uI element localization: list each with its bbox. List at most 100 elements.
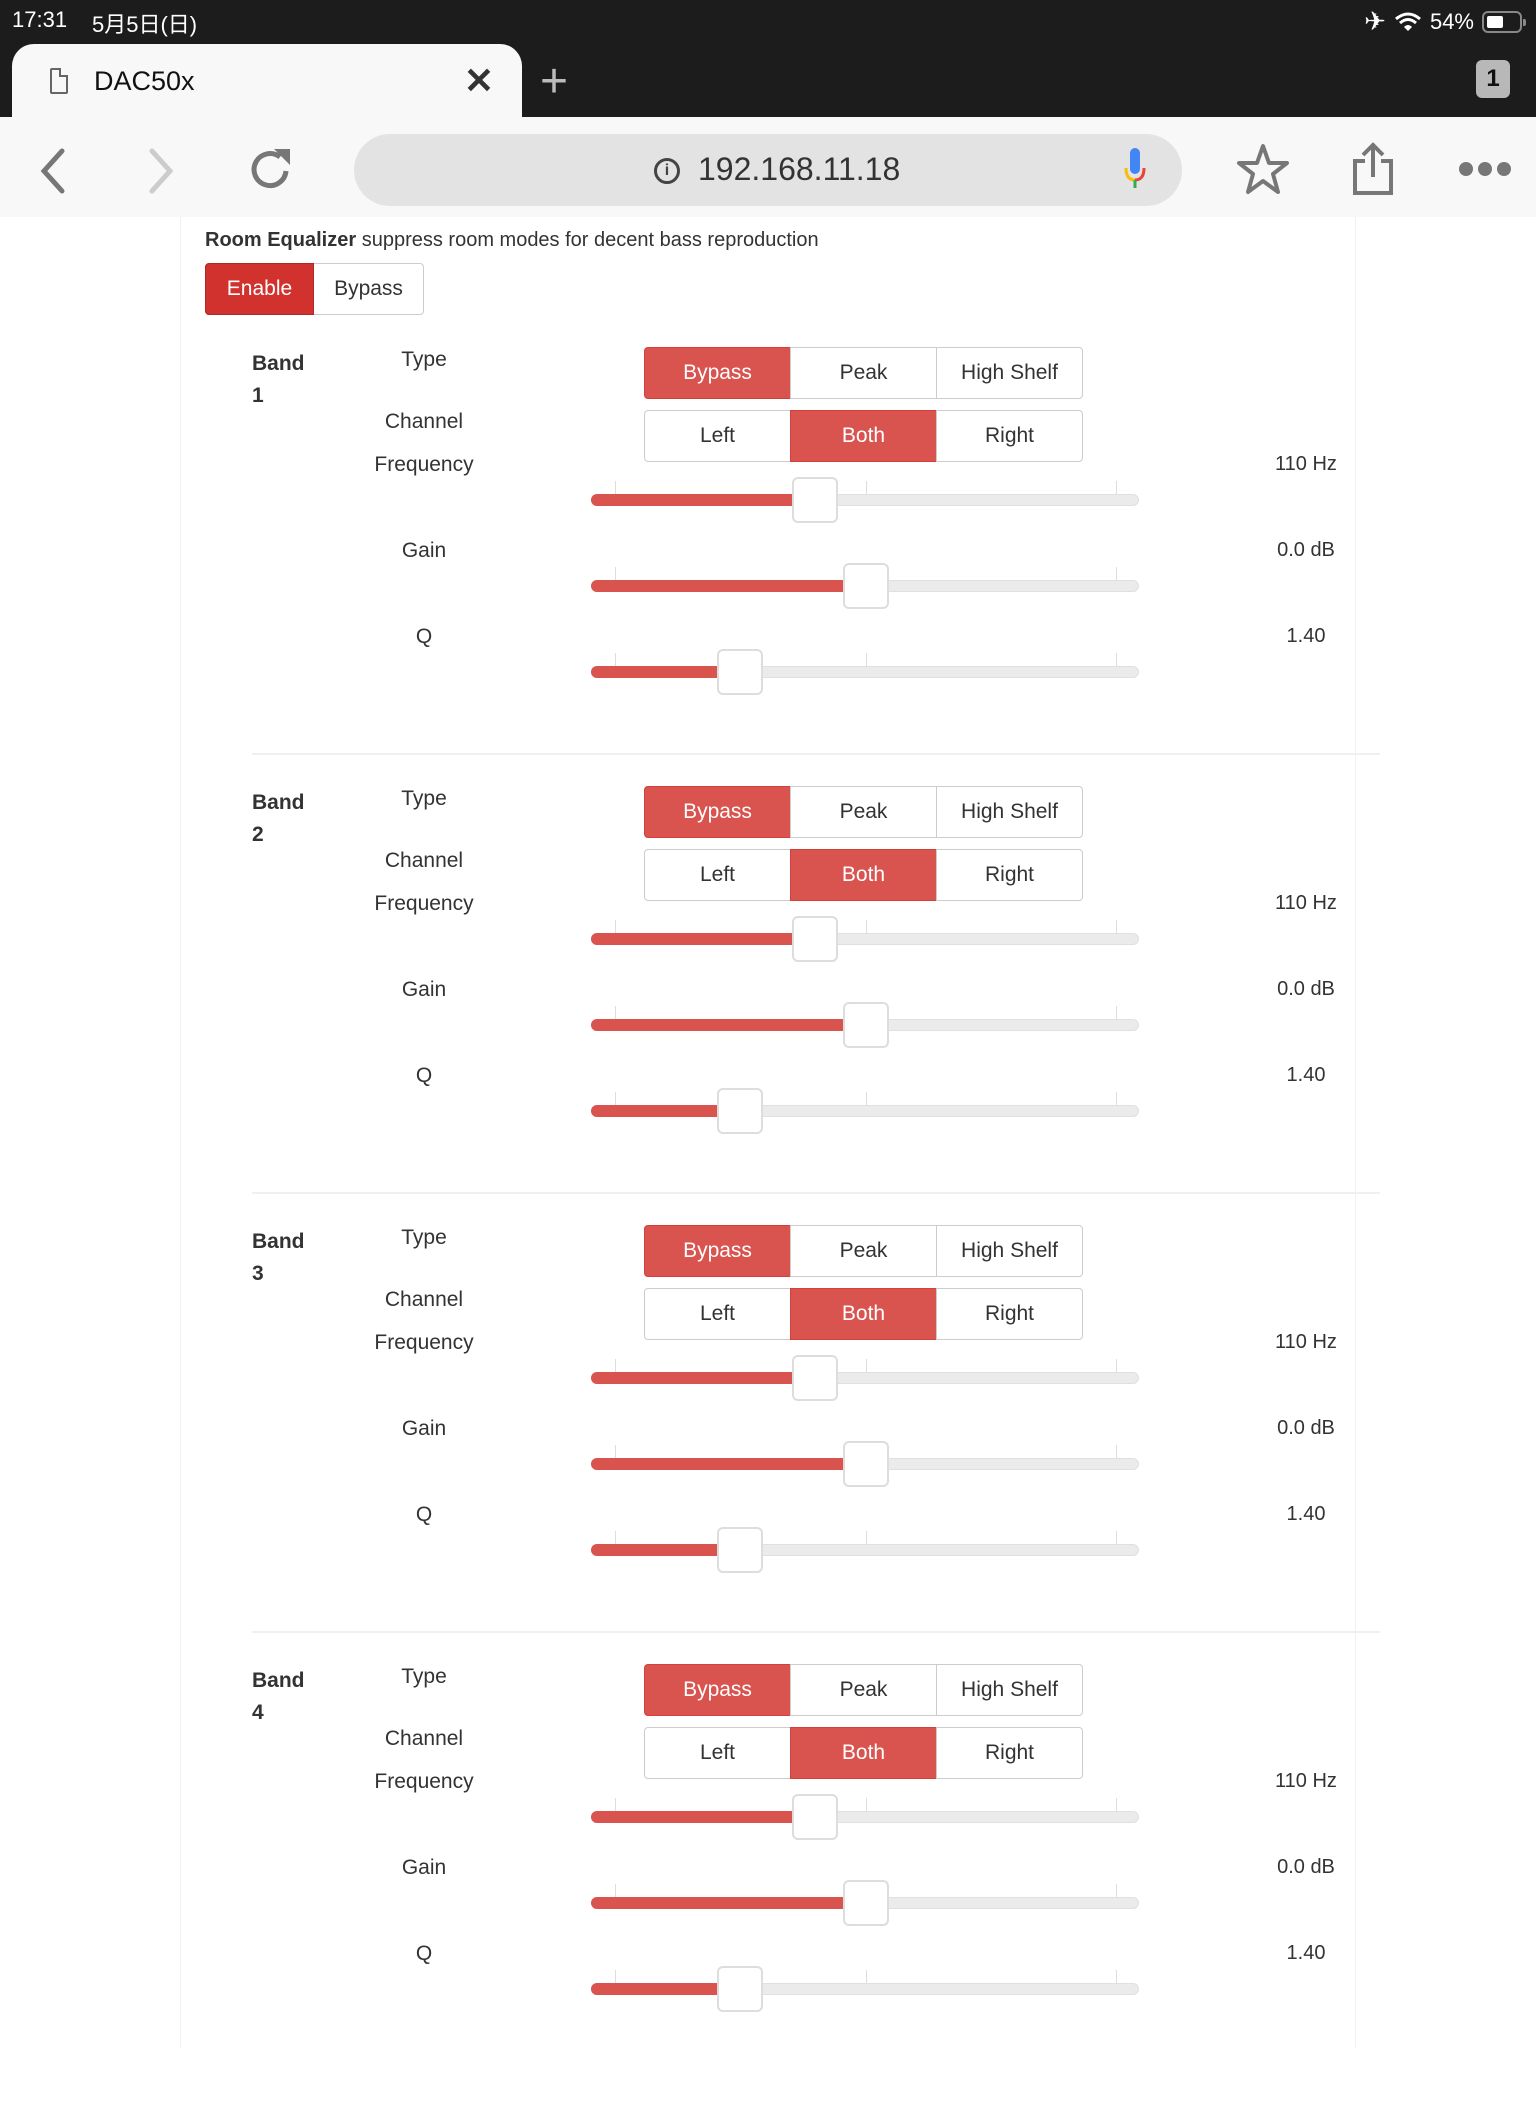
channel-selector: Left Both Right: [644, 849, 1083, 901]
band-title: Band 3: [252, 1226, 305, 1290]
slider-fill: [591, 494, 816, 506]
back-icon[interactable]: [38, 147, 68, 195]
channel-option-left[interactable]: Left: [644, 1727, 791, 1779]
status-bar: 17:31 5月5日(日) ✈ 54%: [0, 0, 1536, 44]
channel-option-both[interactable]: Both: [790, 849, 937, 901]
slider-tick: [866, 1798, 867, 1811]
slider-handle[interactable]: [717, 649, 764, 695]
tab-title: DAC50x: [94, 66, 195, 96]
type-option-peak[interactable]: Peak: [790, 347, 937, 399]
channel-option-left[interactable]: Left: [644, 849, 791, 901]
new-tab-icon[interactable]: +: [540, 54, 568, 109]
frequency-slider[interactable]: [591, 477, 1139, 523]
type-option-high-shelf[interactable]: High Shelf: [936, 786, 1083, 838]
q-slider[interactable]: [591, 1966, 1139, 2012]
slider-handle[interactable]: [842, 563, 889, 609]
frequency-slider[interactable]: [591, 1355, 1139, 1401]
browser-tab[interactable]: DAC50x ✕: [12, 44, 522, 117]
channel-selector: Left Both Right: [644, 1288, 1083, 1340]
channel-option-right[interactable]: Right: [936, 1288, 1083, 1340]
slider-handle[interactable]: [792, 1355, 839, 1401]
slider-tick: [1116, 1884, 1117, 1897]
frequency-slider[interactable]: [591, 1794, 1139, 1840]
eq-band: Band 3 Type Channel Frequency Gain Q Bypass Peak…: [0, 1225, 1536, 1665]
type-option-high-shelf[interactable]: High Shelf: [936, 1664, 1083, 1716]
type-option-bypass[interactable]: Bypass: [644, 347, 791, 399]
q-label: Q: [415, 1064, 433, 1087]
more-menu-icon[interactable]: [1458, 161, 1512, 177]
wifi-icon: [1394, 12, 1421, 31]
slider-handle[interactable]: [792, 477, 839, 523]
battery-icon: [1482, 10, 1526, 33]
address-bar[interactable]: i 192.168.11.18: [354, 134, 1182, 206]
band-label: Band: [252, 1230, 305, 1253]
frequency-slider[interactable]: [591, 916, 1139, 962]
forward-icon[interactable]: [146, 147, 176, 195]
reload-icon[interactable]: [248, 145, 296, 193]
slider-handle[interactable]: [792, 1794, 839, 1840]
slider-tick: [866, 920, 867, 933]
bookmark-star-icon[interactable]: [1236, 143, 1290, 195]
slider-tick: [866, 1359, 867, 1372]
slider-tick: [615, 1006, 616, 1019]
channel-option-both[interactable]: Both: [790, 410, 937, 462]
channel-option-right[interactable]: Right: [936, 410, 1083, 462]
status-date: 5月5日(日): [92, 12, 198, 37]
type-option-bypass[interactable]: Bypass: [644, 1225, 791, 1277]
gain-value: 0.0 dB: [1277, 1856, 1335, 1878]
type-option-peak[interactable]: Peak: [790, 786, 937, 838]
slider-fill: [591, 933, 816, 945]
enable-button[interactable]: Enable: [205, 263, 314, 315]
type-option-peak[interactable]: Peak: [790, 1664, 937, 1716]
type-option-bypass[interactable]: Bypass: [644, 786, 791, 838]
slider-tick: [615, 481, 616, 494]
slider-handle[interactable]: [717, 1088, 764, 1134]
channel-option-both[interactable]: Both: [790, 1288, 937, 1340]
slider-tick: [1116, 1359, 1117, 1372]
channel-option-left[interactable]: Left: [644, 1288, 791, 1340]
slider-handle[interactable]: [842, 1441, 889, 1487]
url-text[interactable]: 192.168.11.18: [698, 151, 900, 188]
channel-option-right[interactable]: Right: [936, 1727, 1083, 1779]
close-tab-icon[interactable]: ✕: [464, 60, 494, 102]
microphone-icon[interactable]: [1124, 148, 1146, 192]
slider-fill: [591, 1458, 866, 1470]
tab-count-button[interactable]: 1: [1476, 60, 1510, 98]
section-heading: Room Equalizer suppress room modes for d…: [205, 229, 819, 252]
gain-slider[interactable]: [591, 1880, 1139, 1926]
type-label: Type: [401, 787, 447, 810]
channel-label: Channel: [384, 1288, 464, 1311]
slider-tick: [1116, 1970, 1117, 1983]
slider-handle[interactable]: [717, 1527, 764, 1573]
status-time: 17:31: [12, 7, 68, 32]
slider-fill: [591, 1811, 816, 1823]
airplane-icon: ✈: [1364, 6, 1386, 36]
slider-handle[interactable]: [792, 916, 839, 962]
slider-handle[interactable]: [717, 1966, 764, 2012]
band-title: Band 2: [252, 787, 305, 851]
browser-toolbar: i 192.168.11.18: [0, 117, 1536, 217]
channel-option-both[interactable]: Both: [790, 1727, 937, 1779]
type-option-high-shelf[interactable]: High Shelf: [936, 1225, 1083, 1277]
bypass-button[interactable]: Bypass: [314, 263, 424, 315]
gain-slider[interactable]: [591, 1002, 1139, 1048]
slider-tick: [1116, 481, 1117, 494]
type-option-peak[interactable]: Peak: [790, 1225, 937, 1277]
tab-strip: DAC50x ✕ + 1: [0, 44, 1536, 117]
info-icon[interactable]: i: [654, 158, 680, 184]
q-slider[interactable]: [591, 1527, 1139, 1573]
slider-handle[interactable]: [842, 1002, 889, 1048]
share-icon[interactable]: [1350, 141, 1396, 197]
q-slider[interactable]: [591, 1088, 1139, 1134]
eq-band: Band 1 Type Channel Frequency Gain Q Bypass Peak…: [0, 347, 1536, 787]
type-option-bypass[interactable]: Bypass: [644, 1664, 791, 1716]
gain-slider[interactable]: [591, 1441, 1139, 1487]
q-slider[interactable]: [591, 649, 1139, 695]
slider-handle[interactable]: [842, 1880, 889, 1926]
channel-option-right[interactable]: Right: [936, 849, 1083, 901]
type-option-high-shelf[interactable]: High Shelf: [936, 347, 1083, 399]
page-content: Room Equalizer suppress room modes for d…: [0, 217, 1536, 2048]
q-value: 1.40: [1286, 1942, 1326, 1964]
gain-slider[interactable]: [591, 563, 1139, 609]
channel-option-left[interactable]: Left: [644, 410, 791, 462]
